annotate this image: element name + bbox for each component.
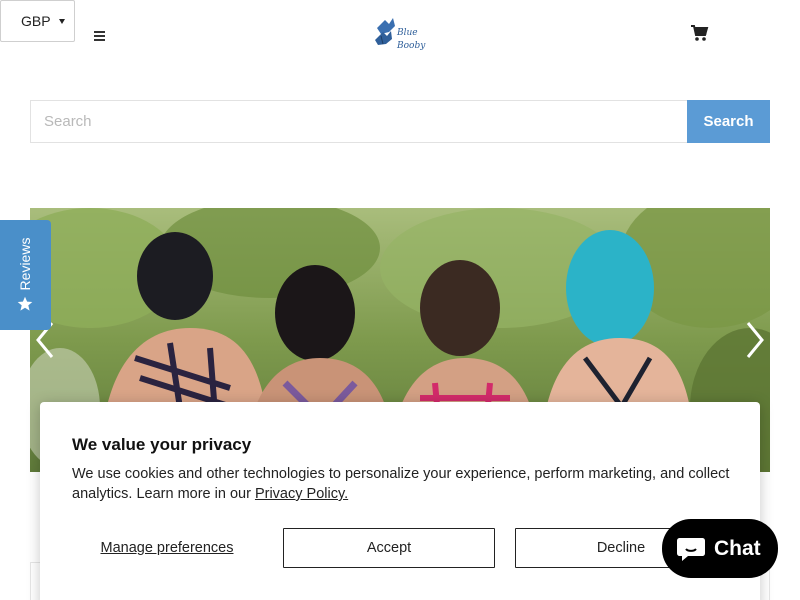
privacy-title: We value your privacy xyxy=(72,435,252,454)
cart-icon[interactable] xyxy=(690,24,710,42)
star-icon xyxy=(17,297,33,312)
currency-selector[interactable]: GBP xyxy=(0,0,75,42)
reviews-label: Reviews xyxy=(17,237,33,291)
currency-label: GBP xyxy=(21,13,51,29)
logo-text-line1: Blue xyxy=(396,28,418,38)
search-input[interactable] xyxy=(30,100,688,143)
reviews-tab[interactable]: Reviews xyxy=(0,220,51,330)
chevron-down-icon xyxy=(58,18,65,24)
site-logo[interactable]: Blue Booby xyxy=(371,14,429,56)
menu-icon[interactable] xyxy=(94,31,105,41)
manage-preferences-button[interactable]: Manage preferences xyxy=(72,528,262,568)
chat-button[interactable]: Chat xyxy=(662,519,778,578)
chat-label: Chat xyxy=(714,536,761,560)
logo-text-line2: Booby xyxy=(396,41,426,51)
search-button[interactable]: Search xyxy=(687,100,770,143)
chat-bubble-icon xyxy=(677,537,705,561)
privacy-policy-link[interactable]: Privacy Policy. xyxy=(255,486,348,502)
privacy-banner: We value your privacy We use cookies and… xyxy=(40,402,760,600)
privacy-text-body: We use cookies and other technologies to… xyxy=(72,466,730,502)
privacy-text: We use cookies and other technologies to… xyxy=(72,464,732,504)
chevron-right-icon[interactable] xyxy=(740,318,770,362)
accept-button[interactable]: Accept xyxy=(283,528,495,568)
